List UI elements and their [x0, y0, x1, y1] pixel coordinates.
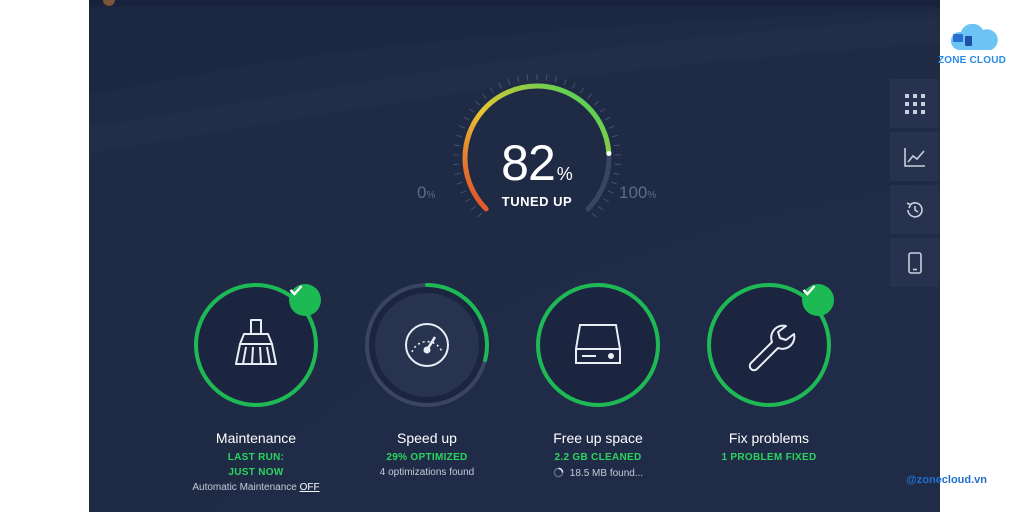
gauge-min: 0%	[417, 183, 435, 203]
gauge-min-unit: %	[426, 190, 436, 201]
maintenance-done-badge	[289, 284, 321, 316]
history-icon	[906, 201, 923, 218]
tile-maintenance[interactable]: Maintenance LAST RUN: JUST NOW Automatic…	[171, 280, 341, 493]
check-icon	[289, 285, 303, 296]
gauge-tick	[587, 93, 592, 100]
rail-button-mobile[interactable]	[890, 238, 939, 287]
auto-maintenance-label: Automatic Maintenance	[192, 482, 297, 493]
rail-button-statistics[interactable]	[890, 132, 939, 181]
gauge-tick	[579, 87, 585, 94]
rail-button-apps[interactable]	[890, 79, 939, 128]
tile-status-line2: JUST NOW	[228, 467, 284, 478]
speed-up-ring[interactable]	[362, 280, 492, 410]
chart-icon	[903, 147, 925, 167]
gauge-tick	[593, 100, 600, 106]
tile-title: Fix problems	[728, 430, 810, 446]
check-icon	[802, 285, 816, 296]
fix-problems-ring[interactable]	[704, 280, 834, 410]
gauge-tick	[516, 76, 520, 83]
gauge-tick	[545, 74, 548, 81]
tile-speed-up[interactable]: Speed up 29% OPTIMIZED 4 optimizations f…	[342, 280, 512, 478]
gauge-tick	[526, 74, 529, 81]
gauge-tick	[604, 116, 611, 121]
speed-up-progress-ring	[365, 283, 489, 407]
gauge-max-unit: %	[647, 190, 657, 201]
tile-title: Speed up	[397, 430, 457, 446]
tile-title: Maintenance	[215, 430, 297, 446]
phone-icon	[907, 251, 922, 274]
tile-free-up-space[interactable]: Free up space 2.2 GB CLEANED 18.5 MB fou…	[513, 280, 683, 479]
gauge-tick	[507, 79, 511, 85]
cloud-logo-icon	[950, 23, 998, 50]
gauge-tick	[477, 212, 483, 218]
loading-spinner-icon	[553, 467, 564, 478]
zonecloud-logo: ZONE CLOUD	[937, 23, 1007, 66]
rail-button-history[interactable]	[890, 185, 939, 234]
maintenance-ring[interactable]	[191, 280, 321, 410]
tile-status-line1: LAST RUN:	[227, 452, 285, 463]
gauge-max-label: 100	[619, 183, 648, 202]
gauge-tick	[498, 82, 503, 89]
gauge-tick	[554, 76, 558, 83]
auto-maintenance-toggle-link[interactable]: OFF	[300, 482, 320, 493]
gauge-tick	[571, 82, 576, 89]
tile-note: 18.5 MB found...	[513, 467, 683, 479]
gauge-tick	[608, 125, 615, 129]
tile-note: 4 optimizations found	[379, 467, 475, 478]
tune-up-gauge: 82% TUNED UP 0% 100%	[407, 70, 667, 230]
gauge-tick	[463, 116, 470, 121]
free-up-space-progress-ring	[536, 283, 660, 407]
gauge-tick	[591, 212, 597, 218]
tile-fix-problems[interactable]: Fix problems 1 PROBLEM FIXED	[684, 280, 854, 463]
tile-title: Free up space	[553, 430, 643, 446]
scan-result-text: 18.5 MB found...	[569, 468, 644, 479]
fix-problems-done-badge	[802, 284, 834, 316]
tile-status-line1: 2.2 GB CLEANED	[554, 452, 642, 463]
grid-icon	[904, 93, 925, 114]
free-up-space-ring[interactable]	[533, 280, 663, 410]
gauge-tick	[563, 79, 567, 85]
tile-status-line1: 29% OPTIMIZED	[386, 452, 468, 463]
brand-name: ZONE CLOUD	[937, 55, 1007, 66]
app-window: 82% TUNED UP 0% 100% Maintenance LAST RU…	[89, 0, 940, 512]
gauge-tick	[599, 108, 606, 113]
gauge-max: 100%	[619, 183, 656, 203]
gauge-number: 82	[501, 135, 556, 191]
gauge-unit: %	[556, 164, 573, 184]
gauge-tick	[489, 87, 495, 94]
gauge-tick	[482, 93, 487, 100]
right-toolbar	[890, 79, 939, 291]
gauge-tick	[474, 100, 481, 106]
gauge-tick	[468, 108, 475, 113]
auto-maintenance-note: Automatic Maintenance OFF	[171, 482, 341, 493]
watermark-handle: @zonecloud.vn	[906, 474, 988, 486]
gauge-tick	[459, 125, 466, 129]
tile-status-line1: 1 PROBLEM FIXED	[721, 452, 817, 463]
